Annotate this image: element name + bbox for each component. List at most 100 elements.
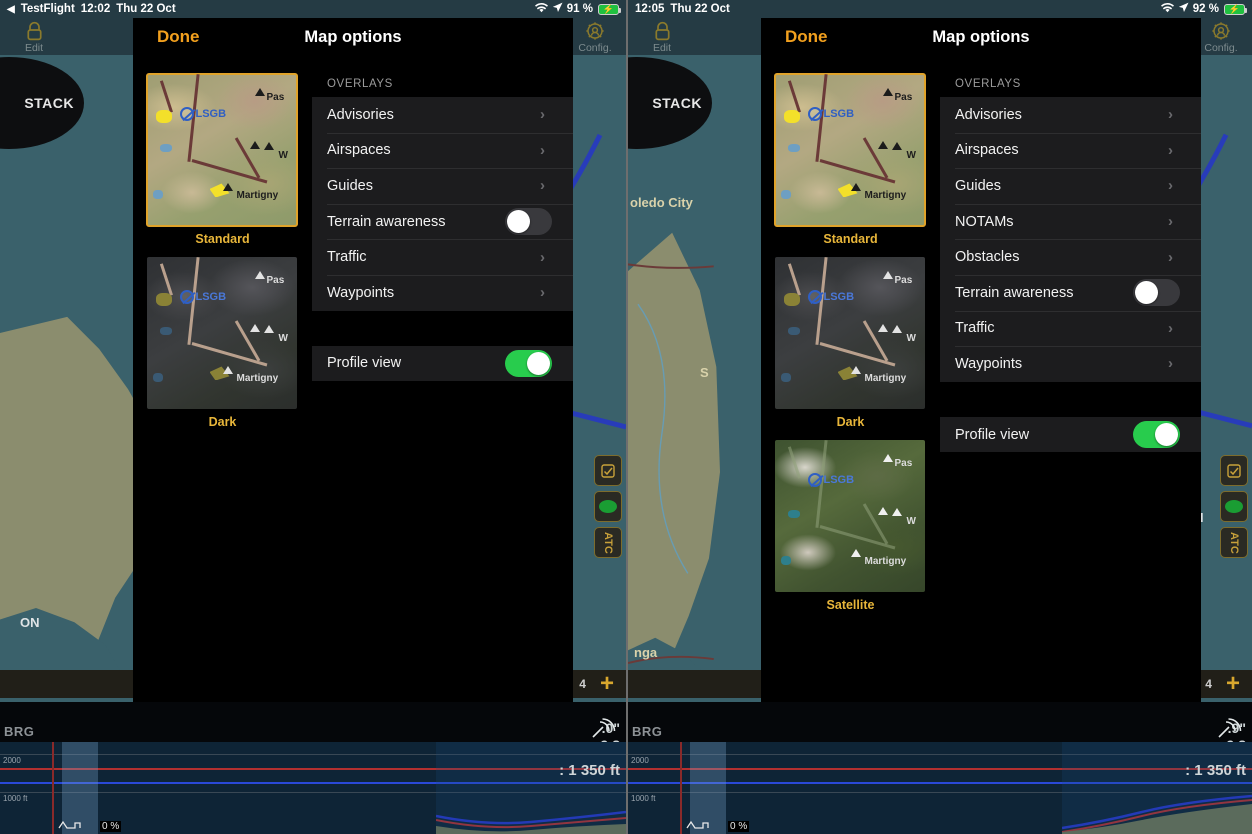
map-style-option-satellite[interactable]: LSGB Pas W Martigny Satellite (775, 440, 927, 612)
list-item-guides[interactable]: Guides› (312, 168, 573, 204)
add-button-right[interactable]: + (1226, 674, 1240, 694)
checkbox-tool-button[interactable] (594, 455, 622, 486)
map-style-thumbnail[interactable]: LSGB Pas W Martigny (775, 440, 925, 592)
checkbox-tool-button[interactable] (1220, 455, 1248, 486)
profile-view-switch[interactable] (1133, 421, 1180, 448)
toolbar-edit-button-right[interactable]: Edit (634, 18, 690, 55)
profile-view-switch[interactable] (505, 350, 552, 377)
status-dot-button[interactable] (594, 491, 622, 522)
map-style-thumbnail[interactable]: LSGB Pas W Martigny (147, 74, 297, 226)
map-counter: 4 (579, 677, 586, 691)
status-back-app[interactable]: TestFlight (21, 3, 75, 15)
airport-icon (808, 107, 822, 121)
map-style-option-standard[interactable]: LSGB Pas W Martigny Standard (147, 74, 299, 246)
list-item-traffic[interactable]: Traffic› (312, 239, 573, 275)
place-label: W (279, 150, 288, 161)
map-style-label: Dark (147, 415, 299, 429)
toolbar-config-button-right[interactable]: Config. (1193, 18, 1249, 55)
back-arrow-icon[interactable]: ◀ (7, 4, 15, 15)
chevron-right-icon: › (1168, 356, 1189, 371)
map-style-option-standard[interactable]: LSGB Pas W Martigny Standard (775, 74, 927, 246)
gear-icon (584, 20, 606, 42)
list-item-obstacles[interactable]: Obstacles› (940, 239, 1201, 275)
map-place-label-0: oledo City (630, 195, 693, 210)
list-item-label: Advisories (955, 107, 1168, 123)
list-item-terrain-awareness[interactable]: Terrain awareness (312, 204, 573, 240)
toolbar-edit-button[interactable]: Edit (6, 18, 62, 55)
river-segment (787, 80, 800, 113)
screen-right: 12:05 Thu 22 Oct 92 % ⚡ (626, 0, 1252, 834)
airport-icon (180, 107, 194, 121)
map-style-option-dark[interactable]: LSGB Pas W Martigny Dark (775, 257, 927, 429)
modal-navbar-right: Done Map options (761, 18, 1201, 56)
list-item-waypoints[interactable]: Waypoints› (940, 346, 1201, 382)
map-style-thumbnail[interactable]: LSGB Pas W Martigny (775, 257, 925, 409)
place-label: W (279, 333, 288, 344)
peak-icon (892, 508, 902, 516)
modal-navbar: Done Map options (133, 18, 573, 56)
side-by-side-screenshots: ◀ TestFlight 12:02 Thu 22 Oct 91 % ⚡ (0, 0, 1252, 834)
map-side-buttons-right: ATC (1220, 455, 1248, 558)
map-style-thumbnail[interactable]: LSGB Pas W Martigny (147, 257, 297, 409)
map-side-buttons: ATC (594, 455, 622, 558)
list-item-airspaces[interactable]: Airspaces› (940, 133, 1201, 169)
list-item-label: Obstacles (955, 249, 1168, 265)
list-item-guides[interactable]: Guides› (940, 168, 1201, 204)
toolbar-config-button[interactable]: Config. (567, 18, 623, 55)
lake (788, 327, 800, 335)
peak-icon (878, 141, 888, 149)
peak-icon (264, 325, 274, 333)
profile-chart-right[interactable]: 2000 1000 ft 0 % (628, 742, 1252, 834)
checkmark-box-icon (1227, 464, 1241, 478)
status-dot-button[interactable] (1220, 491, 1248, 522)
airport-area (156, 293, 172, 306)
green-dot-icon (599, 500, 617, 513)
peak-icon (878, 324, 888, 332)
toolbar-config-label-right: Config. (1204, 43, 1237, 53)
map-style-option-dark[interactable]: LSGB Pas W Martigny Dark (147, 257, 299, 429)
brg-label-right: BRG (632, 724, 662, 739)
list-item-label: Advisories (327, 107, 540, 123)
atc-button[interactable]: ATC (1220, 527, 1248, 558)
checkmark-box-icon (601, 464, 615, 478)
atc-button[interactable]: ATC (594, 527, 622, 558)
list-item-label: Airspaces (955, 142, 1168, 158)
list-item-terrain-awareness[interactable]: Terrain awareness (940, 275, 1201, 311)
airport-area (784, 293, 800, 306)
list-item-profile-view[interactable]: Profile view (312, 346, 573, 382)
list-item-label: Waypoints (327, 285, 540, 301)
list-item-waypoints[interactable]: Waypoints› (312, 275, 573, 311)
profile-tick-2000: 2000 (3, 756, 21, 765)
terrain-awareness-switch[interactable] (505, 208, 552, 235)
charging-bolt-icon: ⚡ (599, 5, 618, 14)
peak-icon (883, 88, 893, 96)
peak-icon (883, 271, 893, 279)
done-button[interactable]: Done (157, 27, 200, 47)
list-item-advisories[interactable]: Advisories› (940, 97, 1201, 133)
add-button[interactable]: + (600, 674, 614, 694)
list-item-label: Terrain awareness (955, 285, 1133, 301)
list-item-label: Guides (327, 178, 540, 194)
compass-rose-icon (0, 57, 4, 149)
list-item-profile-view[interactable]: Profile view (940, 417, 1201, 453)
done-button-right[interactable]: Done (785, 27, 828, 47)
place-label: Pas (267, 275, 285, 286)
list-item-traffic[interactable]: Traffic› (940, 311, 1201, 347)
overlays-section-header: OVERLAYS (312, 70, 573, 97)
green-dot-icon (1225, 500, 1243, 513)
map-style-thumbnail[interactable]: LSGB Pas W Martigny (775, 74, 925, 226)
terrain-awareness-switch[interactable] (1133, 279, 1180, 306)
gps-antenna-icon (590, 718, 618, 740)
list-item-label: Profile view (327, 355, 505, 371)
airport-code-label: LSGB (196, 108, 227, 120)
aircraft-profile-icon (686, 820, 710, 832)
peak-icon (892, 325, 902, 333)
list-item-airspaces[interactable]: Airspaces› (312, 133, 573, 169)
list-item-advisories[interactable]: Advisories› (312, 97, 573, 133)
list-item-notams[interactable]: NOTAMs› (940, 204, 1201, 240)
chevron-right-icon: › (1168, 214, 1189, 229)
map-style-list-left: LSGB Pas W Martigny Standard LSGB Pas (133, 56, 312, 702)
airport-marker: LSGB (180, 290, 227, 304)
profile-chart[interactable]: 2000 1000 ft 0 % (0, 742, 626, 834)
profile-tick-2000-right: 2000 (631, 756, 649, 765)
